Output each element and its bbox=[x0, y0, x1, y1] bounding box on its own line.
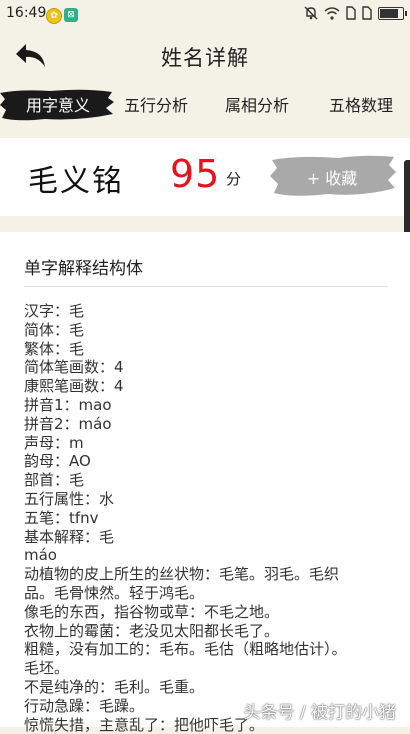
tab-zodiac-analysis[interactable]: 属相分析 bbox=[212, 86, 302, 126]
detail-line: máo bbox=[24, 546, 57, 565]
detail-text: 汉字：毛 简体：毛 繁体：毛 简体笔画数：4 康熙笔画数：4 拼音1：mao 拼音2：máo… bbox=[24, 302, 394, 734]
status-time: 16:49 bbox=[6, 5, 47, 21]
detail-line: 汉字：毛 bbox=[24, 302, 85, 320]
notification-app-icon: ✿ bbox=[46, 8, 62, 24]
full-name: 毛义铭 bbox=[28, 164, 124, 199]
name-score: 95 bbox=[170, 152, 221, 196]
detail-line: 韵母：AO bbox=[24, 452, 91, 471]
section-title: 单字解释结构体 bbox=[24, 259, 143, 279]
battery-icon bbox=[378, 6, 407, 20]
detail-line: 拼音1：mao bbox=[24, 395, 112, 414]
tab-bar: 用字意义 五行分析 属相分析 五格数理 bbox=[0, 86, 410, 126]
score-unit: 分 bbox=[226, 170, 242, 188]
detail-line: 基本解释：毛 bbox=[24, 527, 115, 546]
detail-line: 康熙笔画数：4 bbox=[24, 377, 124, 396]
favorite-button[interactable]: + 收藏 bbox=[268, 154, 396, 198]
detail-line: 不是纯净的：毛利。毛重。 bbox=[24, 677, 205, 696]
section-divider bbox=[24, 286, 388, 287]
detail-line: 像毛的东西，指谷物或草：不毛之地。 bbox=[24, 602, 280, 621]
detail-line: 粗糙，没有加工的：毛布。毛估（粗略地估计）。 bbox=[24, 640, 347, 659]
favorite-label: + 收藏 bbox=[306, 169, 358, 188]
status-bar: 16:49 ✿ ⊠ bbox=[0, 0, 410, 30]
detail-line: 品。毛骨悚然。轻于鸿毛。 bbox=[24, 583, 205, 602]
status-icons bbox=[304, 6, 407, 20]
detail-line: 繁体：毛 bbox=[24, 339, 85, 358]
sim2-icon bbox=[362, 6, 372, 20]
detail-line: 声母：m bbox=[24, 433, 84, 452]
detail-line: 动植物的皮上所生的丝状物：毛笔。羽毛。毛织 bbox=[24, 565, 340, 584]
watermark: 头条号 / 被打的小猪 bbox=[243, 703, 396, 723]
detail-line: 拼音2：máo bbox=[24, 414, 112, 433]
name-card: 毛义铭 95 分 + 收藏 bbox=[0, 138, 410, 216]
detail-line: 五笔：tfnv bbox=[24, 508, 99, 527]
notification-app-icon-2: ⊠ bbox=[64, 8, 78, 22]
title-bar: 姓名详解 bbox=[0, 30, 410, 82]
battery-level bbox=[380, 8, 399, 18]
tab-five-grid[interactable]: 五格数理 bbox=[316, 86, 406, 126]
detail-line: 部首：毛 bbox=[24, 471, 85, 490]
alarm-off-icon bbox=[304, 6, 318, 20]
detail-line: 衣物上的霉菌：老没见太阳都长毛了。 bbox=[24, 621, 280, 640]
detail-line: 简体：毛 bbox=[24, 320, 85, 339]
detail-line: 简体笔画数：4 bbox=[24, 358, 124, 377]
wifi-icon bbox=[324, 6, 340, 20]
detail-line: 五行属性：水 bbox=[24, 489, 115, 508]
tab-five-elements[interactable]: 五行分析 bbox=[112, 86, 200, 126]
detail-panel: 单字解释结构体 汉字：毛 简体：毛 繁体：毛 简体笔画数：4 康熙笔画数：4 拼音1：ma… bbox=[0, 232, 410, 734]
tab-word-meaning[interactable]: 用字意义 bbox=[8, 86, 108, 126]
detail-line: 毛坯。 bbox=[24, 659, 70, 678]
page-title: 姓名详解 bbox=[161, 46, 249, 70]
sim1-icon bbox=[346, 6, 356, 20]
